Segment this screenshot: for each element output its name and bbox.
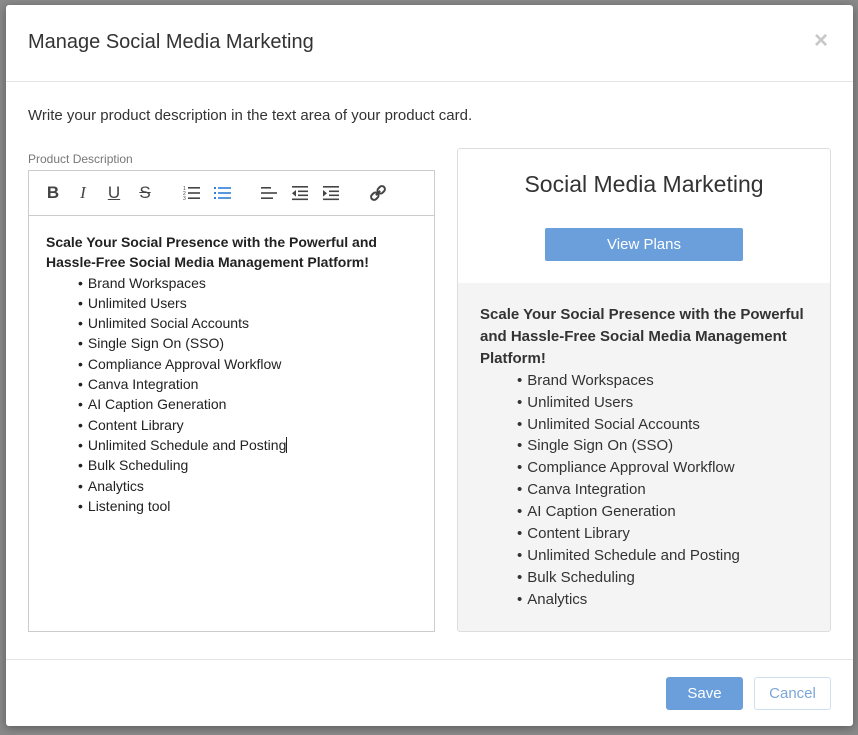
- list-item: Content Library: [517, 523, 810, 545]
- list-item-text: Compliance Approval Workflow: [87, 355, 282, 372]
- bullet-list-button[interactable]: [212, 182, 234, 204]
- outdent-icon: [292, 186, 308, 201]
- preview-description: Scale Your Social Presence with the Powe…: [458, 283, 830, 631]
- list-item-text: Listening tool: [87, 497, 171, 514]
- rich-text-editor: B I U S 1 2 3 Scale Your Social Presence…: [28, 170, 435, 632]
- editor-toolbar: B I U S 1 2 3: [29, 171, 434, 216]
- list-item-text: Analytics: [87, 477, 144, 494]
- list-item: Single Sign On (SSO): [517, 435, 810, 457]
- list-item: Compliance Approval Workflow: [517, 457, 810, 479]
- indent-button[interactable]: [320, 182, 342, 204]
- list-item-text: Brand Workspaces: [527, 371, 654, 389]
- product-description-label: Product Description: [28, 152, 133, 166]
- list-item: AI Caption Generation: [78, 394, 418, 414]
- list-item-text: Unlimited Social Accounts: [527, 415, 700, 433]
- list-item: Content Library: [78, 415, 418, 435]
- list-item-text: Analytics: [527, 590, 588, 608]
- underline-button[interactable]: U: [103, 182, 125, 204]
- list-item-text: Content Library: [87, 416, 184, 433]
- modal-footer: Save Cancel: [6, 659, 853, 726]
- list-item: Analytics: [78, 476, 418, 496]
- bold-icon: B: [46, 183, 60, 202]
- list-item: Unlimited Users: [78, 293, 418, 313]
- link-button[interactable]: [367, 182, 389, 204]
- list-item-text: Single Sign On (SSO): [527, 437, 674, 455]
- list-item-text: Bulk Scheduling: [527, 568, 635, 586]
- svg-text:3: 3: [183, 196, 186, 201]
- list-item-text: AI Caption Generation: [87, 396, 227, 413]
- modal-header: Manage Social Media Marketing ×: [6, 5, 853, 82]
- list-item: Brand Workspaces: [517, 370, 810, 392]
- list-item: Canva Integration: [78, 374, 418, 394]
- list-item-text: Unlimited Users: [527, 393, 634, 411]
- list-item-text: Unlimited Users: [87, 294, 187, 311]
- indent-icon: [323, 186, 339, 201]
- link-icon: [370, 185, 386, 201]
- list-item: AI Caption Generation: [517, 501, 810, 523]
- editor-headline: Scale Your Social Presence with the Powe…: [46, 234, 377, 271]
- outdent-button[interactable]: [289, 182, 311, 204]
- list-item: Unlimited Schedule and Posting: [78, 435, 418, 455]
- list-item: Bulk Scheduling: [517, 567, 810, 589]
- list-item-text: Unlimited Schedule and Posting: [527, 546, 740, 564]
- italic-icon: I: [80, 183, 86, 202]
- close-icon[interactable]: ×: [814, 29, 828, 53]
- bullet-list-icon: [214, 187, 231, 199]
- preview-header: Social Media Marketing View Plans: [458, 149, 830, 283]
- list-item-text: Canva Integration: [87, 376, 199, 393]
- cancel-button[interactable]: Cancel: [754, 677, 831, 710]
- list-item: Listening tool: [78, 496, 418, 516]
- manage-modal: Manage Social Media Marketing × Write yo…: [6, 5, 853, 726]
- preview-feature-list: Brand Workspaces Unlimited Users Unlimited…: [480, 370, 810, 611]
- intro-text: Write your product description in the te…: [28, 107, 473, 124]
- preview-headline: Scale Your Social Presence with the Powe…: [480, 306, 804, 367]
- underline-icon: U: [107, 183, 121, 202]
- list-item-text: Brand Workspaces: [87, 274, 206, 291]
- list-item: Analytics: [517, 589, 810, 611]
- list-item-text: AI Caption Generation: [527, 503, 676, 521]
- editor-feature-list: Brand Workspaces Unlimited Users Unlimited…: [46, 273, 418, 517]
- list-item: Brand Workspaces: [78, 273, 418, 293]
- list-item-text: Unlimited Social Accounts: [87, 315, 249, 332]
- italic-button[interactable]: I: [72, 182, 94, 204]
- save-button[interactable]: Save: [666, 677, 743, 710]
- align-left-icon: [261, 187, 277, 199]
- list-item-text: Unlimited Schedule and Posting: [87, 436, 287, 453]
- list-item: Single Sign On (SSO): [78, 333, 418, 353]
- list-item-text: Compliance Approval Workflow: [527, 459, 735, 477]
- ordered-list-icon: 1 2 3: [183, 186, 200, 201]
- editor-content[interactable]: Scale Your Social Presence with the Powe…: [29, 216, 434, 516]
- list-item: Unlimited Social Accounts: [78, 313, 418, 333]
- view-plans-button[interactable]: View Plans: [545, 228, 743, 261]
- list-item: Compliance Approval Workflow: [78, 354, 418, 374]
- list-item: Unlimited Social Accounts: [517, 414, 810, 436]
- list-item: Unlimited Users: [517, 392, 810, 414]
- ordered-list-button[interactable]: 1 2 3: [181, 182, 203, 204]
- list-item-text: Content Library: [527, 525, 630, 543]
- list-item: Bulk Scheduling: [78, 455, 418, 475]
- text-cursor: [286, 436, 288, 453]
- bold-button[interactable]: B: [42, 182, 64, 204]
- product-card-preview: Social Media Marketing View Plans Scale …: [457, 148, 831, 632]
- strikethrough-button[interactable]: S: [134, 182, 156, 204]
- list-item: Unlimited Schedule and Posting: [517, 545, 810, 567]
- list-item: Canva Integration: [517, 479, 810, 501]
- preview-title: Social Media Marketing: [524, 171, 764, 197]
- strikethrough-icon: S: [139, 183, 151, 202]
- list-item-text: Canva Integration: [527, 481, 646, 499]
- align-left-button[interactable]: [258, 182, 280, 204]
- list-item-text: Single Sign On (SSO): [87, 335, 225, 352]
- modal-title: Manage Social Media Marketing: [28, 31, 314, 53]
- list-item-text: Bulk Scheduling: [87, 457, 189, 474]
